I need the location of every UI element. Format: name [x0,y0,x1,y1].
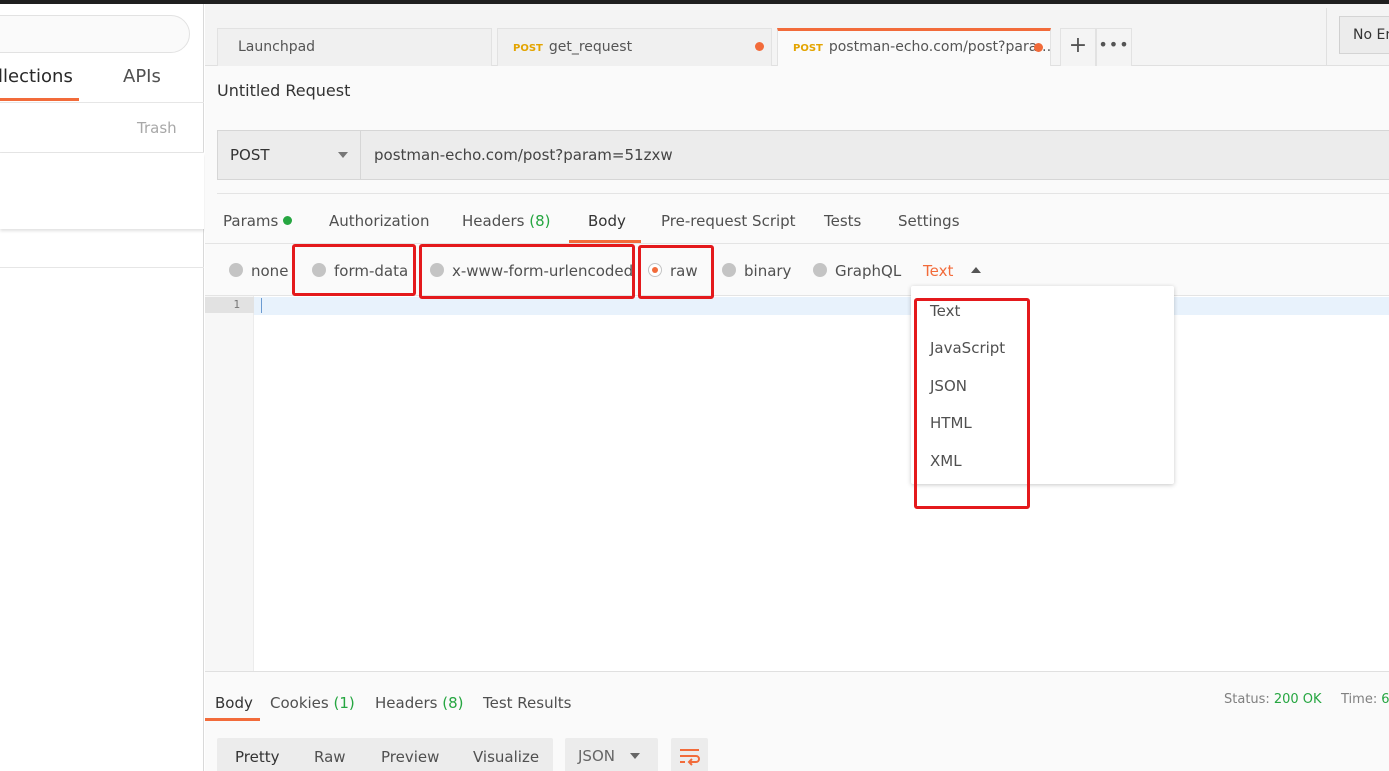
request-title: Untitled Request [217,81,351,100]
response-tabs: Body Cookies (1) Headers (8) Test Result… [205,671,1389,721]
view-raw[interactable]: Raw [314,748,346,766]
request-tab-bar: Launchpad POST get_request POST postman-ec… [205,4,1389,66]
response-tab-test-results[interactable]: Test Results [483,694,571,712]
sidebar-search-input[interactable] [0,15,190,53]
sidebar: llections APIs Trash [0,4,204,771]
trash-link[interactable]: Trash [137,119,177,137]
view-preview[interactable]: Preview [381,748,439,766]
tab-active-indicator [569,240,641,243]
code-editor[interactable]: 1 [205,295,1389,672]
params-status-dot [283,216,293,225]
response-tab-body[interactable]: Body [215,694,253,712]
response-status: Status: 200 OK [1224,692,1322,707]
plus-icon: + [1068,33,1088,58]
response-tab-headers[interactable]: Headers (8) [375,694,463,712]
tab-prerequest-script[interactable]: Pre-request Script [661,212,796,230]
annotation-highlight-urlencoded [419,244,635,299]
tab-launchpad[interactable]: Launchpad [217,28,492,66]
method-value: POST [230,146,270,164]
chevron-down-icon [630,753,640,759]
response-view-group: Pretty Raw Preview Visualize [217,738,553,771]
environment-select[interactable]: No En [1339,16,1389,54]
response-tab-cookies[interactable]: Cookies (1) [270,694,355,712]
status-label: Status: [1224,692,1270,707]
more-tabs-button[interactable]: ••• [1096,28,1132,66]
tab-get-request[interactable]: POST get_request [497,28,772,66]
body-mode-binary[interactable]: binary [722,262,791,280]
url-bar: POST postman-echo.com/post?param=51zxw [217,130,1389,180]
active-line-highlight [254,297,1389,315]
body-mode-none[interactable]: none [229,262,288,280]
tab-body[interactable]: Body [588,212,626,230]
tab-active-indicator [205,718,260,721]
request-tabs: Params Authorization Headers (8) Body Pr… [205,194,1389,244]
view-visualize[interactable]: Visualize [473,748,539,766]
main-area: Launchpad POST get_request POST postman-ec… [205,4,1389,771]
tab-headers[interactable]: Headers (8) [462,212,550,230]
method-badge: POST [513,43,543,54]
option-label: binary [744,262,792,280]
more-icon: ••• [1098,35,1130,54]
annotation-highlight-raw [638,245,714,299]
method-select[interactable]: POST [218,131,361,179]
unsaved-indicator [755,42,764,51]
tab-authorization[interactable]: Authorization [329,212,429,230]
time-value: 6 [1381,692,1389,707]
unsaved-indicator [1034,43,1043,52]
tab-postman-echo[interactable]: POST postman-echo.com/post?para… [777,28,1051,66]
wrap-lines-button[interactable] [671,738,708,771]
tab-settings[interactable]: Settings [898,212,960,230]
radio-button [722,263,736,277]
editor-gutter [205,296,254,672]
url-input[interactable]: postman-echo.com/post?param=51zxw [374,131,673,179]
format-value: JSON [578,747,615,765]
tab-label: Headers [462,212,525,230]
tab-label: Params [223,212,279,230]
tab-label: get_request [548,39,633,55]
divider [0,267,204,268]
tab-label: Launchpad [238,39,316,55]
text-cursor [261,298,262,313]
tab-label: Cookies [270,694,329,712]
cookies-count: (1) [333,694,355,712]
chevron-up-icon[interactable] [971,267,981,273]
method-badge: POST [793,43,823,54]
radio-button [813,263,827,277]
sidebar-panel [0,153,204,229]
option-label: none [251,262,289,280]
sidebar-tab-apis[interactable]: APIs [123,66,161,87]
annotation-highlight-type-options [914,298,1030,509]
tab-label: Headers [375,694,438,712]
new-tab-button[interactable]: + [1060,28,1096,66]
divider [0,102,204,103]
chevron-down-icon [338,152,348,158]
divider [1326,8,1327,66]
tab-label: postman-echo.com/post?para… [828,39,1051,55]
tab-tests[interactable]: Tests [824,212,861,230]
raw-type-select[interactable]: Text [923,262,953,280]
body-mode-graphql[interactable]: GraphQL [813,262,901,280]
line-number: 1 [205,297,254,313]
headers-count: (8) [442,694,464,712]
tab-params[interactable]: Params [223,212,293,230]
response-time: Time: 6 [1341,692,1389,707]
time-label: Time: [1341,692,1378,707]
radio-button [229,263,243,277]
wrap-lines-icon [680,749,700,766]
headers-count: (8) [529,212,551,230]
sidebar-tab-active-indicator [0,98,79,101]
view-pretty[interactable]: Pretty [235,748,280,766]
annotation-highlight-form-data [292,244,416,296]
status-value: 200 OK [1273,692,1322,707]
sidebar-tab-collections[interactable]: llections [0,66,73,87]
option-label: GraphQL [835,262,902,280]
response-format-select[interactable]: JSON [565,738,658,771]
